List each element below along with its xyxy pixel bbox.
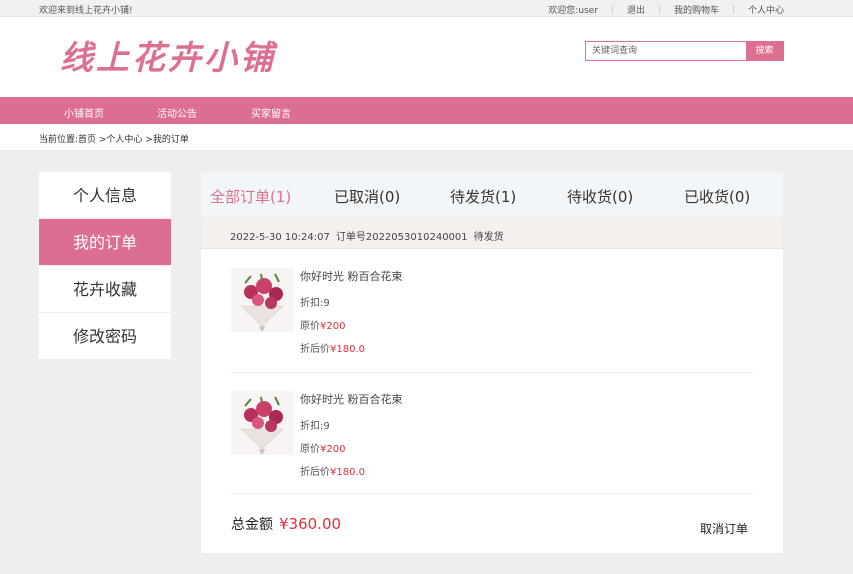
- search-button[interactable]: 搜索: [746, 42, 783, 60]
- logo[interactable]: 线上花卉小铺: [60, 31, 276, 79]
- final-price-label: 折后价: [300, 467, 330, 478]
- original-price-label: 原价: [300, 321, 320, 332]
- divider: [231, 372, 753, 373]
- main-nav: 小铺首页 活动公告 买家留言: [0, 97, 853, 124]
- search-box: 搜索: [585, 41, 784, 61]
- order-item: 你好时光 粉百合花束 折扣:9 原价¥200 折后价¥180.0: [231, 268, 753, 364]
- original-price: 原价¥200: [300, 317, 345, 332]
- tab-to-receive[interactable]: 待收货(0): [567, 186, 633, 207]
- product-image[interactable]: [231, 268, 294, 332]
- order-date: 2022-5-30 10:24:07: [230, 232, 330, 243]
- profile-link[interactable]: 个人中心: [748, 3, 784, 16]
- top-links: 欢迎您:user 退出 我的购物车 个人中心: [548, 3, 784, 16]
- order-header: 2022-5-30 10:24:07 订单号2022053010240001 待发货: [201, 218, 783, 249]
- breadcrumb: 当前位置:首页 >个人中心 >我的订单: [39, 135, 189, 145]
- product-name[interactable]: 你好时光 粉百合花束: [300, 391, 403, 407]
- total-amount: ¥360.00: [279, 515, 342, 533]
- sidebar-item-orders[interactable]: 我的订单: [39, 219, 171, 266]
- tab-received[interactable]: 已收货(0): [684, 186, 750, 207]
- user-greeting: 欢迎您:user: [548, 6, 598, 16]
- sidebar-item-profile[interactable]: 个人信息: [39, 172, 171, 219]
- cart-link[interactable]: 我的购物车: [674, 3, 719, 16]
- header: 线上花卉小铺 搜索: [0, 17, 853, 97]
- final-price: 折后价¥180.0: [300, 463, 365, 478]
- original-price-label: 原价: [300, 444, 320, 455]
- original-price-value: ¥200: [320, 444, 346, 455]
- final-price-value: ¥180.0: [330, 467, 365, 478]
- welcome-text: 欢迎来到线上花卉小铺!: [39, 6, 133, 16]
- tab-cancelled[interactable]: 已取消(0): [334, 186, 400, 207]
- divider: [732, 5, 734, 13]
- order-total: 总金额 ¥360.00: [231, 514, 341, 534]
- order-number: 订单号2022053010240001: [335, 232, 468, 243]
- tab-to-ship[interactable]: 待发货(1): [450, 186, 516, 207]
- product-image[interactable]: [231, 391, 294, 455]
- nav-item-messages[interactable]: 买家留言: [251, 105, 291, 120]
- search-input[interactable]: [586, 42, 746, 60]
- breadcrumb-bar: 当前位置:首页 >个人中心 >我的订单: [0, 124, 853, 150]
- logout-link[interactable]: 退出: [627, 3, 645, 16]
- order-tabs: 全部订单(1) 已取消(0) 待发货(1) 待收货(0) 已收货(0): [201, 172, 783, 218]
- top-bar: 欢迎来到线上花卉小铺! 欢迎您:user 退出 我的购物车 个人中心: [0, 0, 853, 17]
- nav-item-announcements[interactable]: 活动公告: [157, 105, 197, 120]
- sidebar: 个人信息 我的订单 花卉收藏 修改密码: [39, 172, 171, 360]
- sidebar-item-favorites[interactable]: 花卉收藏: [39, 266, 171, 313]
- nav-item-home[interactable]: 小铺首页: [64, 105, 104, 120]
- final-price: 折后价¥180.0: [300, 340, 365, 355]
- total-label: 总金额: [231, 517, 273, 533]
- final-price-label: 折后价: [300, 344, 330, 355]
- cancel-order-button[interactable]: 取消订单: [700, 520, 748, 537]
- divider: [611, 5, 613, 13]
- sidebar-item-password[interactable]: 修改密码: [39, 313, 171, 360]
- original-price: 原价¥200: [300, 440, 345, 455]
- final-price-value: ¥180.0: [330, 344, 365, 355]
- product-discount: 折扣:9: [300, 421, 330, 432]
- divider: [231, 493, 753, 494]
- original-price-value: ¥200: [320, 321, 346, 332]
- order-status: 待发货: [473, 232, 504, 243]
- product-name[interactable]: 你好时光 粉百合花束: [300, 268, 403, 284]
- divider: [658, 5, 660, 13]
- tab-all[interactable]: 全部订单(1): [210, 186, 291, 207]
- orders-panel: 全部订单(1) 已取消(0) 待发货(1) 待收货(0) 已收货(0) 2022…: [201, 172, 783, 553]
- order-item: 你好时光 粉百合花束 折扣:9 原价¥200 折后价¥180.0: [231, 391, 753, 487]
- product-discount: 折扣:9: [300, 298, 330, 309]
